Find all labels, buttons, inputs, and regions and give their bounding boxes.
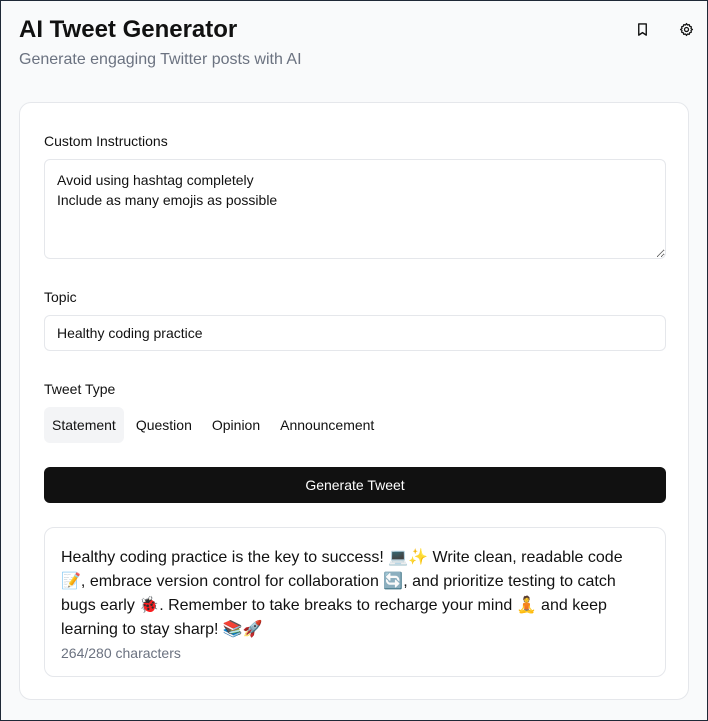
topic-input[interactable] (44, 315, 666, 351)
tweet-type-toggle-group: Statement Question Opinion Announcement (44, 407, 386, 443)
generated-tweet-card: Healthy coding practice is the key to su… (44, 527, 666, 677)
tweet-type-announcement[interactable]: Announcement (272, 407, 382, 443)
custom-instructions-textarea[interactable]: Avoid using hashtag completely Include a… (44, 159, 666, 259)
tweet-type-opinion[interactable]: Opinion (204, 407, 268, 443)
settings-icon (679, 22, 693, 36)
tweet-type-label: Tweet Type (44, 381, 116, 397)
generated-tweet-text: Healthy coding practice is the key to su… (61, 549, 623, 638)
bookmark-icon (637, 22, 647, 36)
tweet-form-card: Custom Instructions Avoid using hashtag … (19, 102, 689, 700)
page-title: AI Tweet Generator (19, 16, 238, 43)
custom-instructions-label: Custom Instructions (44, 133, 168, 149)
page-subtitle: Generate engaging Twitter posts with AI (19, 51, 302, 68)
tweet-type-question[interactable]: Question (128, 407, 200, 443)
tweet-type-statement[interactable]: Statement (44, 407, 124, 443)
settings-button[interactable] (671, 17, 701, 41)
character-count: 264/280 characters (61, 645, 181, 661)
topic-label: Topic (44, 289, 77, 305)
app-header: AI Tweet Generator Generate engaging Twi… (19, 15, 689, 75)
bookmark-button[interactable] (627, 17, 657, 41)
generate-tweet-button[interactable]: Generate Tweet (44, 467, 666, 503)
